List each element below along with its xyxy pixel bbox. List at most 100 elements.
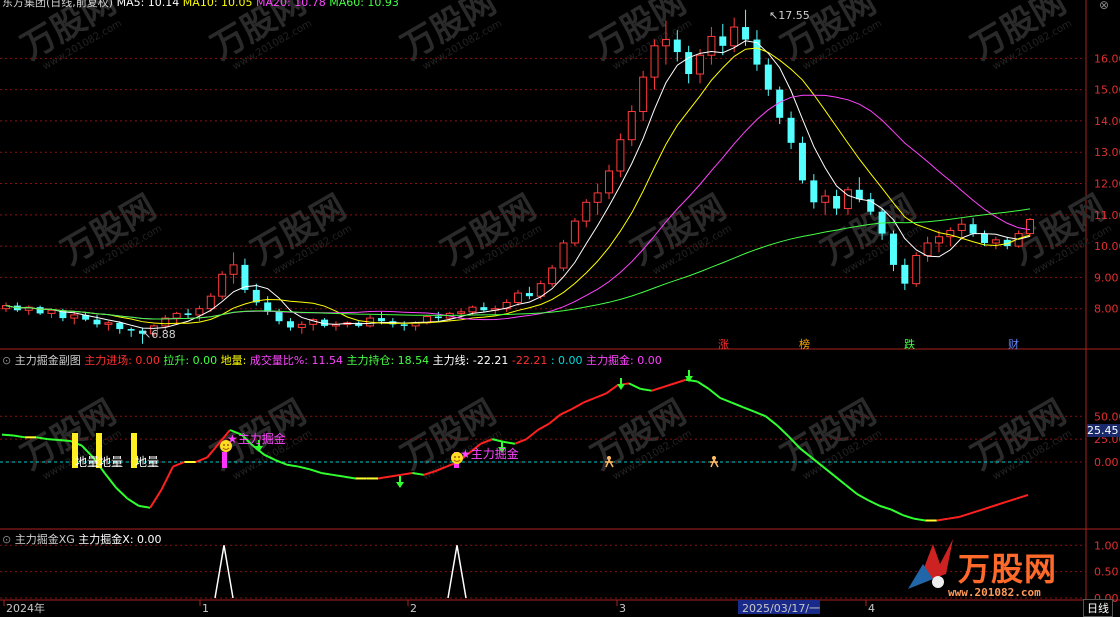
sub-line-segment	[833, 474, 847, 486]
candle-body	[855, 189, 863, 200]
sub-line-segment	[525, 429, 539, 440]
sub-panel-toggle-icon[interactable]: ⊙	[2, 354, 11, 367]
sub-line-segment	[594, 392, 607, 399]
event-tag-label: 财	[1008, 338, 1019, 351]
down-arrow-head	[617, 384, 625, 390]
sub-legend-item: 拉升: 0.00	[159, 354, 218, 367]
sub-line-segment	[47, 438, 60, 442]
sub-line-segment	[662, 382, 675, 388]
sub-line-segment	[1, 433, 14, 437]
candle-body	[536, 283, 545, 297]
candle-body	[377, 318, 385, 322]
sub-legend-item: 主力掘金: 0.00	[582, 354, 662, 367]
sub-line-segment	[571, 401, 584, 410]
sub-legend-item: 成交量比%: 11.54	[249, 354, 343, 367]
candle-body	[764, 64, 772, 90]
watermark-site: www.201082.com	[948, 586, 1041, 599]
sub-line-segment	[378, 475, 390, 480]
candle-body	[206, 295, 215, 310]
sub-legend-item: 主力线: -22.21	[429, 354, 509, 367]
y-tick-label: 8.00	[1094, 303, 1119, 316]
candle-body	[548, 267, 557, 285]
sub-line-segment	[742, 406, 755, 413]
candle-body	[434, 316, 442, 319]
sub-line-segment	[993, 501, 1006, 507]
candle-body	[616, 139, 625, 172]
candle-body	[582, 201, 591, 222]
sub-y-tick-label: 50.00	[1094, 410, 1120, 423]
smiley-eye	[454, 456, 456, 458]
watermark-logo-icon	[908, 539, 953, 589]
dilang-label: 地量	[99, 455, 124, 469]
sub-line-segment	[560, 408, 573, 416]
candle-body	[127, 329, 135, 331]
y-tick-label: 16.00	[1094, 52, 1120, 65]
y-tick-label: 14.00	[1094, 115, 1120, 128]
sub-line-segment	[970, 508, 983, 515]
sub-line-segment	[103, 472, 117, 489]
jujin-label: ★主力掘金	[460, 447, 519, 461]
sub-line-segment	[890, 508, 904, 516]
candle-body	[229, 264, 238, 275]
candle-body	[991, 239, 1000, 244]
sub-line-segment	[115, 486, 129, 500]
y-tick-label: 15.00	[1094, 84, 1120, 97]
sub-line-segment	[1016, 493, 1029, 500]
y-tick-label: 12.00	[1094, 178, 1120, 191]
close-icon[interactable]: ⊗	[1097, 0, 1111, 12]
sub-line-segment	[195, 456, 208, 463]
event-tag-cai[interactable]: 财	[1008, 336, 1019, 352]
sub-line-segment	[867, 499, 881, 507]
sub-line-segment	[982, 504, 995, 511]
sub-line-segment	[879, 504, 892, 511]
sub-line-segment	[731, 401, 744, 409]
sub-line-segment	[640, 387, 652, 392]
candle-body	[218, 273, 227, 297]
watermark-brand: 万股网	[958, 550, 1058, 588]
candle-body	[559, 242, 568, 269]
dilang-label: 地量	[135, 455, 160, 469]
sub-line-segment	[309, 468, 322, 474]
ma-lines	[5, 40, 1031, 329]
candle-body	[719, 36, 727, 46]
event-tag-die[interactable]: 跌	[904, 336, 915, 352]
sub-line-segment	[651, 386, 664, 392]
event-tag-label: 跌	[904, 338, 915, 351]
ma-legend-item: MA60: 10.93	[325, 0, 399, 9]
candle-body	[661, 39, 670, 47]
chart-window: 万股网 www.201082.com 万股网 www.201082.com 万股网 www…	[0, 0, 1120, 617]
candle-body	[297, 323, 306, 328]
bottom-panel-toggle-icon[interactable]: ⊙	[2, 533, 11, 546]
event-tag-label: 榜	[799, 338, 810, 351]
candle-body	[957, 223, 966, 231]
x-tick-label: 2024年	[6, 601, 45, 614]
sub-title-row: ⊙ 主力掘金副图 主力进场: 0.00 拉升: 0.00 地量: 成交量比%: …	[2, 352, 662, 368]
sub-line-segment	[696, 380, 710, 390]
ma-legend-item: MA10: 10.05	[179, 0, 253, 9]
sub-y-tick-label: 0.00	[1094, 456, 1119, 469]
event-tag-bang[interactable]: 榜	[799, 336, 810, 352]
candle-body	[514, 292, 522, 303]
candle-body	[104, 322, 113, 325]
sub-line-segment	[1004, 497, 1017, 504]
tab-daily[interactable]: 日线	[1083, 599, 1113, 617]
candle-body	[969, 224, 977, 234]
runner-icon	[712, 456, 716, 460]
x-tick-label: 4	[868, 602, 875, 614]
event-tag-zhang[interactable]: 涨	[718, 336, 729, 352]
sub-line-segment	[719, 397, 732, 404]
sub-line-segment	[58, 439, 71, 442]
candle-body	[889, 233, 897, 265]
y-tick-label: 13.00	[1094, 146, 1120, 159]
event-tag-label: 涨	[718, 338, 729, 351]
sub-line-segment	[948, 515, 960, 520]
x-tick-label: 1	[202, 602, 209, 614]
candle-body	[843, 189, 852, 210]
candle-body	[923, 242, 932, 256]
candle-body	[36, 307, 44, 314]
y-tick-label: 9.00	[1094, 271, 1119, 284]
sub-legend-item: 地量:	[217, 354, 250, 367]
sub-line-segment	[126, 497, 140, 507]
down-arrow-head	[396, 482, 404, 488]
ma-legend-item: MA20: 10.78	[252, 0, 326, 9]
